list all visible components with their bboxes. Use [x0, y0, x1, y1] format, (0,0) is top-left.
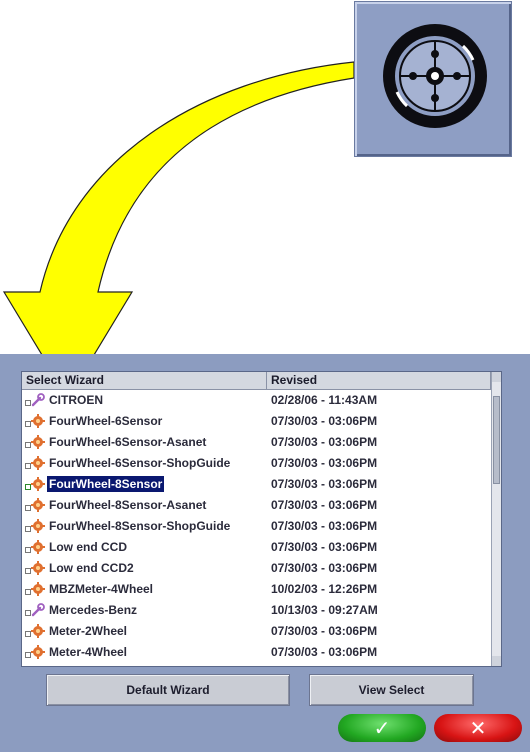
- table-row[interactable]: FourWheel-6Sensor-ShopGuide 07/30/03 - 03…: [22, 453, 492, 474]
- wizard-name: FourWheel-6Sensor-ShopGuide: [49, 456, 231, 470]
- table-row[interactable]: CITROEN 02/28/06 - 11:43AM: [22, 390, 492, 411]
- revised-date: 07/30/03 - 03:06PM: [271, 624, 378, 638]
- revised-date: 07/30/03 - 03:06PM: [271, 645, 378, 659]
- gear-icon: [31, 498, 45, 512]
- table-row[interactable]: Mercedes-Benz 10/13/03 - 09:27AM: [22, 600, 492, 621]
- revised-date: 07/30/03 - 03:06PM: [271, 540, 378, 554]
- wrench-icon: [31, 393, 45, 407]
- wizard-name: Meter-2Wheel: [49, 624, 128, 638]
- revised-date: 07/30/03 - 03:06PM: [271, 561, 378, 575]
- view-select-button[interactable]: View Select: [309, 674, 474, 706]
- revised-date: 07/30/03 - 03:06PM: [271, 498, 378, 512]
- wizard-list: Select Wizard Revised CITROEN 02/28/06 - …: [21, 371, 502, 667]
- default-wizard-button[interactable]: Default Wizard: [46, 674, 290, 706]
- ok-button[interactable]: ✓: [338, 714, 426, 742]
- revised-date: 10/02/03 - 12:26PM: [271, 582, 378, 596]
- table-row[interactable]: FourWheel-6Sensor 07/30/03 - 03:06PM: [22, 411, 492, 432]
- cancel-button[interactable]: ✕: [434, 714, 522, 742]
- column-header-revised[interactable]: Revised: [267, 372, 491, 389]
- gear-icon: [31, 456, 45, 470]
- table-row[interactable]: FourWheel-8Sensor 07/30/03 - 03:06PM: [22, 474, 492, 495]
- table-row[interactable]: MBZMeter-4Wheel 10/02/03 - 12:26PM: [22, 579, 492, 600]
- close-icon: ✕: [469, 716, 487, 740]
- wizard-name: CITROEN: [49, 393, 103, 407]
- gear-icon: [31, 624, 45, 638]
- wheel-icon: [383, 24, 487, 128]
- table-row[interactable]: FourWheel-8Sensor-ShopGuide 07/30/03 - 03…: [22, 516, 492, 537]
- table-row[interactable]: FourWheel-6Sensor-Asanet 07/30/03 - 03:06…: [22, 432, 492, 453]
- revised-date: 07/30/03 - 03:06PM: [271, 477, 378, 491]
- wizard-name: MBZMeter-4Wheel: [49, 582, 154, 596]
- gear-icon: [31, 435, 45, 449]
- wizard-name: FourWheel-6Sensor-Asanet: [49, 435, 207, 449]
- revised-date: 07/30/03 - 03:06PM: [271, 414, 378, 428]
- revised-date: 07/30/03 - 03:06PM: [271, 456, 378, 470]
- checkmark-icon: ✓: [373, 716, 391, 740]
- revised-date: 10/13/03 - 09:27AM: [271, 603, 378, 617]
- revised-date: 07/30/03 - 03:06PM: [271, 435, 378, 449]
- revised-date: 07/30/03 - 03:06PM: [271, 519, 378, 533]
- table-row[interactable]: FourWheel-8Sensor-Asanet 07/30/03 - 03:06…: [22, 495, 492, 516]
- wizard-name: Low end CCD2: [49, 561, 134, 575]
- wizard-name: FourWheel-8Sensor-ShopGuide: [49, 519, 231, 533]
- wizard-name: FourWheel-8Sensor-Asanet: [49, 498, 207, 512]
- wizard-dialog: Select Wizard Revised CITROEN 02/28/06 - …: [0, 354, 530, 752]
- wrench-icon: [31, 603, 45, 617]
- wizard-name: Low end CCD: [49, 540, 127, 554]
- wizard-name: FourWheel-6Sensor: [49, 414, 163, 428]
- gear-icon: [31, 645, 45, 659]
- gear-icon: [31, 540, 45, 554]
- list-header: Select Wizard Revised: [22, 372, 500, 390]
- scroll-thumb[interactable]: [493, 396, 500, 484]
- wizard-name: FourWheel-8Sensor: [47, 476, 165, 492]
- wizard-name: Meter-4Wheel: [49, 645, 128, 659]
- gear-icon: [31, 477, 45, 491]
- revised-date: 02/28/06 - 11:43AM: [271, 393, 378, 407]
- gear-icon: [31, 414, 45, 428]
- table-row[interactable]: Meter-2Wheel 07/30/03 - 03:06PM: [22, 621, 492, 642]
- table-row[interactable]: Meter-4Wheel 07/30/03 - 03:06PM: [22, 642, 492, 663]
- wizard-name: Mercedes-Benz: [49, 603, 138, 617]
- scroll-up-arrow[interactable]: [492, 372, 501, 382]
- column-header-select-wizard[interactable]: Select Wizard: [22, 372, 267, 389]
- table-row[interactable]: Low end CCD 07/30/03 - 03:06PM: [22, 537, 492, 558]
- gear-icon: [31, 561, 45, 575]
- scroll-down-arrow[interactable]: [492, 656, 501, 666]
- wizard-rows: CITROEN 02/28/06 - 11:43AM FourWheel-6Sens…: [22, 390, 492, 663]
- wheel-wizard-button[interactable]: [354, 1, 512, 157]
- gear-icon: [31, 519, 45, 533]
- vertical-scrollbar[interactable]: [491, 372, 501, 666]
- gear-icon: [31, 582, 45, 596]
- table-row[interactable]: Low end CCD2 07/30/03 - 03:06PM: [22, 558, 492, 579]
